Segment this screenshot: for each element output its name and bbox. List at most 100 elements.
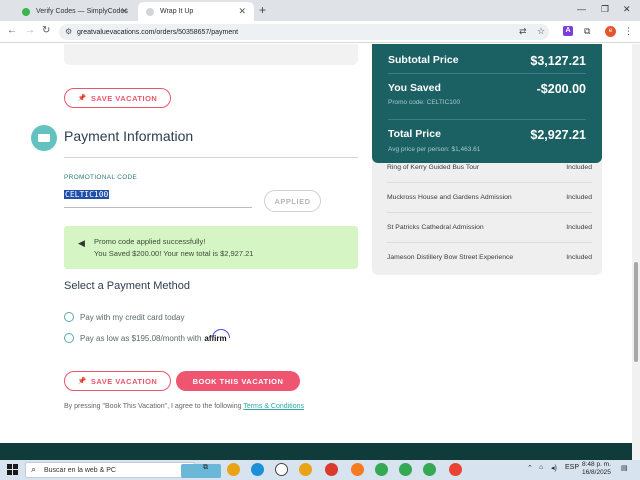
included-status: Included xyxy=(566,163,592,171)
windows-start-icon[interactable] xyxy=(7,464,18,475)
translate-icon[interactable]: ⇄ xyxy=(519,26,527,37)
tab-title: Verify Codes — SimplyCodes xyxy=(36,8,128,15)
extension-a-icon[interactable]: A xyxy=(563,26,573,36)
page-footer xyxy=(0,443,632,460)
promo-code-input[interactable]: CELTIC100 xyxy=(64,190,252,208)
legal-prefix: By pressing "Book This Vacation", I agre… xyxy=(64,403,242,410)
chrome-icon[interactable] xyxy=(399,463,412,476)
price-summary-panel: Subtotal Price $3,127.21 You Saved -$200… xyxy=(372,44,602,163)
simplycodes-favicon-icon xyxy=(22,7,30,16)
language-indicator[interactable]: ESP xyxy=(565,464,579,471)
search-highlight-image xyxy=(181,464,221,478)
address-bar[interactable]: ⚙ greatvaluevacations.com/orders/5035865… xyxy=(59,24,549,40)
taskbar-clock[interactable]: 8:48 p. m. 16/8/2025 xyxy=(582,461,611,477)
extensions-puzzle-icon[interactable]: ⧉ xyxy=(584,26,590,37)
volume-icon[interactable]: ◂) xyxy=(551,464,557,472)
network-icon[interactable]: ⌂ xyxy=(539,464,543,471)
tab-verify-codes[interactable]: Verify Codes — SimplyCodes ✕ xyxy=(14,2,136,21)
new-tab-icon[interactable]: + xyxy=(259,3,266,17)
close-tab-icon[interactable]: ✕ xyxy=(120,6,128,17)
included-name: Muckross House and Gardens Admission xyxy=(387,193,512,201)
back-icon[interactable]: ← xyxy=(7,25,17,36)
clock-date: 16/8/2025 xyxy=(582,469,611,476)
previous-section-card xyxy=(64,44,358,65)
included-row: Jameson Distillery Bow Street Experience… xyxy=(387,242,592,272)
included-status: Included xyxy=(566,223,592,231)
scrollbar-thumb[interactable] xyxy=(634,262,638,362)
tab-strip: Verify Codes — SimplyCodes ✕ Wrap It Up … xyxy=(0,0,640,21)
book-this-vacation-button[interactable]: BOOK THIS VACATION xyxy=(176,371,300,391)
edge-icon[interactable] xyxy=(251,463,264,476)
tab-title: Wrap It Up xyxy=(160,8,194,15)
site-info-icon[interactable]: ⚙ xyxy=(65,27,72,36)
included-row: St Patricks Cathedral Admission Included xyxy=(387,212,592,242)
reload-icon[interactable]: ↻ xyxy=(42,25,50,36)
select-payment-method-title: Select a Payment Method xyxy=(64,280,190,292)
minimize-icon[interactable]: — xyxy=(577,4,586,14)
subtotal-value: $3,127.21 xyxy=(530,54,586,68)
included-name: Ring of Kerry Guided Bus Tour xyxy=(387,163,480,171)
promo-code-value: CELTIC100 xyxy=(64,190,110,199)
saved-value: -$200.00 xyxy=(536,82,586,96)
included-items-box: Ring of Kerry Guided Bus Tour Included M… xyxy=(372,144,602,275)
total-value: $2,927.21 xyxy=(530,128,586,142)
clock-time: 8:48 p. m. xyxy=(582,461,611,468)
firefox-icon[interactable] xyxy=(351,463,364,476)
save-vacation-label: SAVE VACATION xyxy=(90,376,158,386)
file-explorer-icon[interactable] xyxy=(299,463,312,476)
promo-code-label: PROMOTIONAL CODE xyxy=(64,174,138,181)
payment-option-affirm[interactable]: Pay as low as $195.08/month with affirm xyxy=(64,328,231,343)
tray-chevron-icon[interactable]: ⌃ xyxy=(527,464,533,472)
option-affirm-label: Pay as low as $195.08/month with xyxy=(80,333,202,343)
radio-credit-card[interactable] xyxy=(64,312,74,322)
promo-success-alert: ◀ Promo code applied successfully! You S… xyxy=(64,226,358,269)
summary-divider xyxy=(388,73,586,74)
avg-per-person: Avg price per person: $1,463.61 xyxy=(388,146,481,153)
payment-option-card[interactable]: Pay with my credit card today xyxy=(64,312,184,322)
save-vacation-label: SAVE VACATION xyxy=(90,93,158,103)
forward-icon[interactable]: → xyxy=(25,25,35,36)
bookmark-star-icon[interactable]: ☆ xyxy=(537,26,545,37)
included-name: St Patricks Cathedral Admission xyxy=(387,223,484,231)
page-scrollbar[interactable] xyxy=(632,44,640,460)
included-row: Muckross House and Gardens Admission Inc… xyxy=(387,182,592,212)
restore-icon[interactable]: ❐ xyxy=(601,4,609,15)
radio-affirm[interactable] xyxy=(64,333,74,343)
section-divider xyxy=(64,157,358,158)
chrome-active-icon[interactable] xyxy=(449,463,462,476)
terms-link[interactable]: Terms & Conditions xyxy=(243,403,304,410)
included-name: Jameson Distillery Bow Street Experience xyxy=(387,253,514,261)
alert-line-1: Promo code applied successfully! xyxy=(94,237,206,246)
notifications-icon[interactable]: ▤ xyxy=(621,464,628,472)
search-placeholder: Buscar en la web & PC xyxy=(44,466,116,474)
save-vacation-button-bottom[interactable]: 📌 SAVE VACATION xyxy=(64,371,171,391)
total-label: Total Price xyxy=(388,128,441,140)
save-vacation-button-top[interactable]: 📌 SAVE VACATION xyxy=(64,88,171,108)
affirm-logo: affirm xyxy=(204,328,231,343)
summary-divider xyxy=(388,119,586,120)
pin-icon: 📌 xyxy=(77,378,87,385)
saved-label: You Saved xyxy=(388,82,441,94)
alert-line-2: You Saved $200.00! Your new total is $2,… xyxy=(94,249,254,258)
option-card-label: Pay with my credit card today xyxy=(80,312,185,322)
media-player-icon[interactable] xyxy=(275,463,288,476)
taskbar-search-input[interactable]: ⌕ Buscar en la web & PC xyxy=(25,462,221,478)
payment-information-title: Payment Information xyxy=(64,128,194,144)
credit-card-section-icon xyxy=(31,125,57,151)
profile-avatar[interactable]: e xyxy=(605,26,616,37)
included-status: Included xyxy=(566,253,592,261)
url-text: greatvaluevacations.com/orders/50358657/… xyxy=(77,28,239,36)
tab-wrap-it-up[interactable]: Wrap It Up ✕ xyxy=(138,2,254,21)
chrome-icon[interactable] xyxy=(423,463,436,476)
subtotal-label: Subtotal Price xyxy=(388,54,459,66)
task-view-icon[interactable]: ⧉ xyxy=(203,464,208,472)
windows-taskbar: ⌕ Buscar en la web & PC xyxy=(0,460,640,480)
chrome-icon[interactable] xyxy=(375,463,388,476)
close-tab-icon[interactable]: ✕ xyxy=(238,6,246,17)
close-window-icon[interactable]: ✕ xyxy=(623,4,631,15)
app-icon[interactable] xyxy=(227,463,240,476)
applied-button[interactable]: APPLIED xyxy=(264,190,321,212)
photos-icon[interactable] xyxy=(325,463,338,476)
included-status: Included xyxy=(566,193,592,201)
browser-menu-icon[interactable]: ⋮ xyxy=(624,26,633,37)
